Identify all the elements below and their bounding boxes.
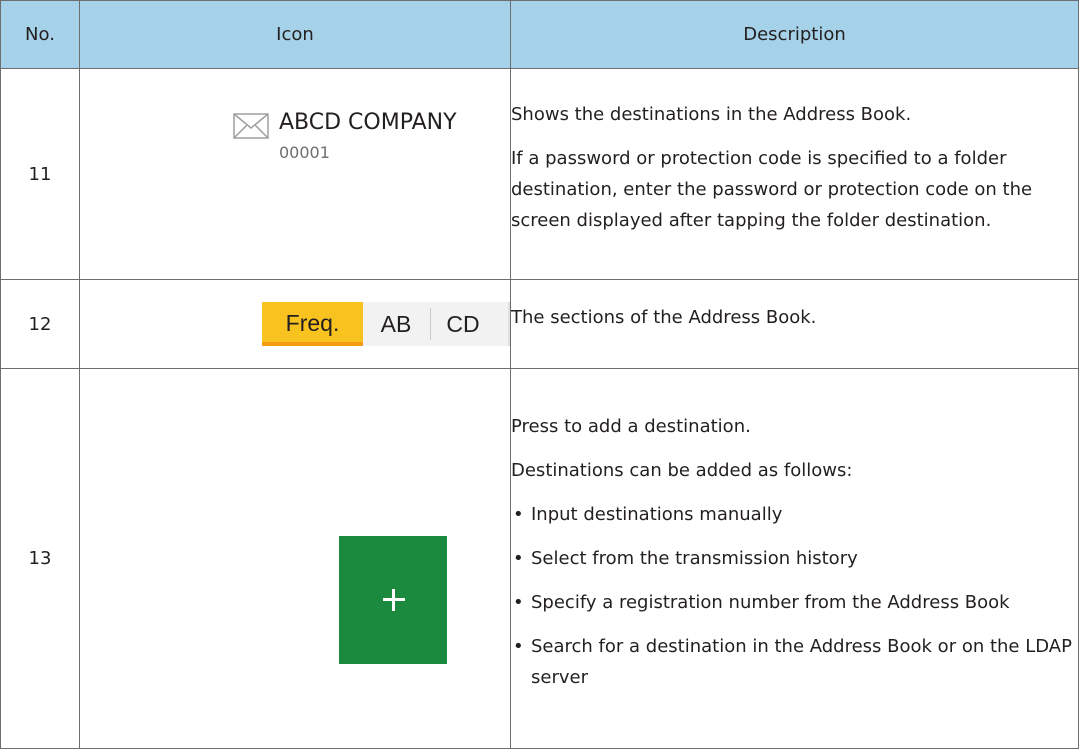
list-item: Search for a destination in the Address … (511, 631, 1078, 693)
description-paragraph: Shows the destinations in the Address Bo… (511, 104, 912, 125)
description-paragraph: The sections of the Address Book. (511, 307, 817, 328)
header-icon: Icon (79, 0, 511, 69)
row-icon-cell: ABCD COMPANY 00001 (79, 68, 511, 280)
table-row: 13 Press to add a destination. Destinati… (0, 368, 1079, 749)
table-header-row: No. Icon Description (0, 0, 1079, 69)
row-icon-cell (79, 368, 511, 749)
table-row: 11 ABCD COMPANY 00001 Shows the destinat… (0, 68, 1079, 280)
row-description: The sections of the Address Book. (510, 279, 1079, 369)
list-item: Select from the transmission history (511, 543, 1078, 574)
address-entry-name: ABCD COMPANY (279, 110, 457, 135)
tab-freq[interactable]: Freq. (262, 302, 363, 346)
bullet-list: Input destinations manually Select from … (511, 499, 1078, 693)
row-number: 12 (0, 279, 80, 369)
row-number: 11 (0, 68, 80, 280)
address-entry-number: 00001 (279, 143, 330, 162)
tab-cd[interactable]: CD (432, 302, 494, 346)
tab-ab[interactable]: AB (363, 302, 429, 346)
icon-description-table: No. Icon Description 11 ABCD COMPANY 000… (0, 0, 1079, 749)
list-item: Specify a registration number from the A… (511, 587, 1078, 618)
description-paragraph: If a password or protection code is spec… (511, 148, 1033, 231)
tab-divider (430, 308, 431, 340)
address-book-section-tabs: Freq. AB CD (262, 302, 510, 346)
list-item: Input destinations manually (511, 499, 1078, 530)
row-icon-cell: Freq. AB CD (79, 279, 511, 369)
description-paragraph: Press to add a destination. (511, 416, 751, 437)
row-description: Shows the destinations in the Address Bo… (510, 68, 1079, 280)
description-paragraph: Destinations can be added as follows: (511, 460, 853, 481)
table-row: 12 Freq. AB CD The sections of the Addre… (0, 279, 1079, 369)
envelope-icon (233, 113, 269, 139)
header-description: Description (510, 0, 1079, 69)
add-destination-button[interactable] (339, 536, 447, 664)
row-description: Press to add a destination. Destinations… (510, 368, 1079, 749)
header-no: No. (0, 0, 80, 69)
row-number: 13 (0, 368, 80, 749)
